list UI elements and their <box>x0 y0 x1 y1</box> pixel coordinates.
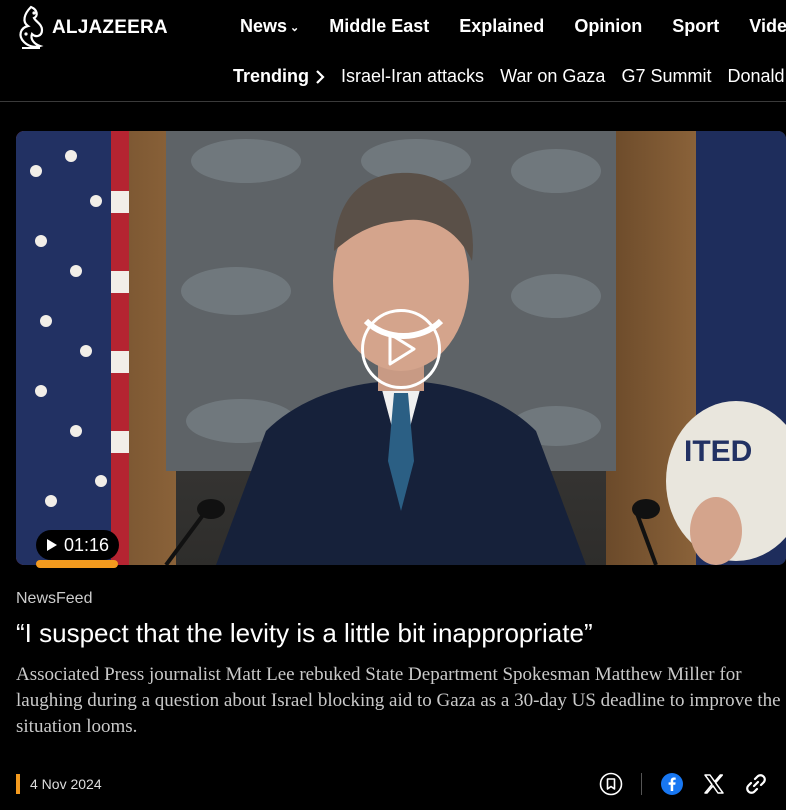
share-facebook-button[interactable] <box>660 772 684 796</box>
trending-label-text: Trending <box>233 66 309 86</box>
bookmark-icon <box>599 772 623 796</box>
aljazeera-logo[interactable]: ALJAZEERA <box>14 4 168 52</box>
trending-link[interactable]: G7 Summit <box>621 66 711 87</box>
facebook-icon <box>661 773 683 795</box>
trending-bar: Trending Israel-Iran attacks War on Gaza… <box>233 66 786 87</box>
nav-item-video[interactable]: Video <box>749 16 786 37</box>
chevron-right-icon <box>316 69 325 84</box>
trending-link[interactable]: War on Gaza <box>500 66 605 87</box>
main-nav: News ⌄ Middle East Explained Opinion Spo… <box>240 16 786 37</box>
video-progress-bar <box>36 560 118 568</box>
article-footer: 4 Nov 2024 <box>16 772 786 798</box>
copy-link-button[interactable] <box>744 772 768 796</box>
trending-link[interactable]: Donald Trump <box>727 66 786 87</box>
article-title[interactable]: “I suspect that the levity is a little b… <box>16 618 776 649</box>
duration-text: 01:16 <box>64 534 110 555</box>
x-icon <box>704 774 724 794</box>
divider <box>641 773 642 795</box>
svg-text:ITED: ITED <box>684 435 752 468</box>
trending-label: Trending <box>233 66 325 87</box>
nav-item-news[interactable]: News ⌄ <box>240 16 299 37</box>
nav-item-label: News <box>240 16 288 36</box>
nav-item-sport[interactable]: Sport <box>672 16 719 37</box>
link-icon <box>746 774 766 794</box>
article-description: Associated Press journalist Matt Lee reb… <box>16 664 781 737</box>
logo-wordmark: ALJAZEERA <box>52 17 168 38</box>
share-x-button[interactable] <box>702 772 726 796</box>
article-category[interactable]: NewsFeed <box>16 590 92 608</box>
site-header: ALJAZEERA News ⌄ Middle East Explained O… <box>0 0 786 102</box>
date-accent-bar <box>16 774 20 794</box>
play-icon <box>47 539 57 551</box>
nav-item-middle-east[interactable]: Middle East <box>329 16 429 37</box>
publish-date: 4 Nov 2024 <box>30 776 102 792</box>
share-actions <box>599 772 768 796</box>
play-icon <box>388 332 416 366</box>
aljazeera-emblem-icon <box>19 5 44 49</box>
video-duration-badge: 01:16 <box>36 530 120 560</box>
play-button[interactable] <box>361 309 441 389</box>
bookmark-button[interactable] <box>599 772 623 796</box>
trending-link[interactable]: Israel-Iran attacks <box>341 66 484 87</box>
nav-item-opinion[interactable]: Opinion <box>574 16 642 37</box>
chevron-down-icon: ⌄ <box>290 22 300 34</box>
nav-item-explained[interactable]: Explained <box>459 16 544 37</box>
